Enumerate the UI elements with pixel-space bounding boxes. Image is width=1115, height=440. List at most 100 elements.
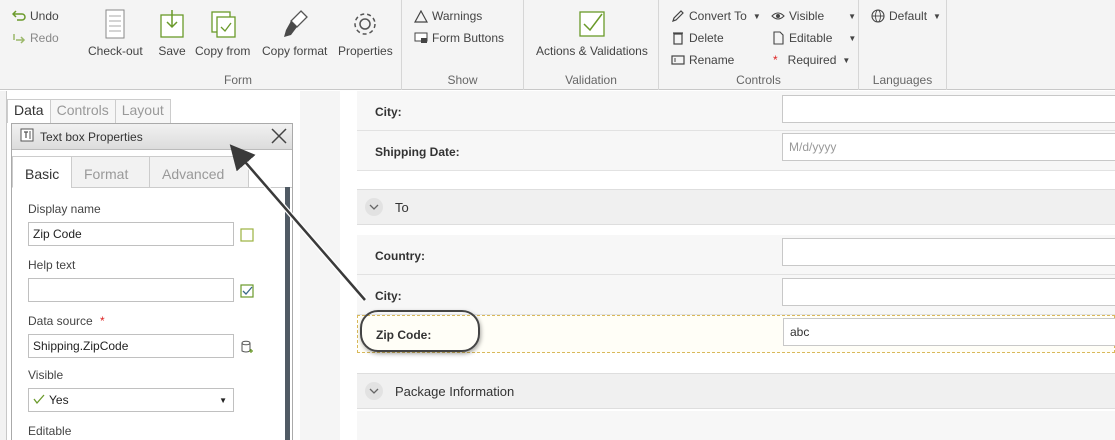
undo-button[interactable]: Undo — [12, 9, 59, 23]
chevron-down-icon: ▼ — [848, 11, 857, 21]
shipping-date-label: Shipping Date: — [375, 145, 460, 159]
city-input[interactable] — [782, 278, 1115, 306]
properties-scrollbar[interactable] — [285, 187, 290, 440]
checked-checkbox-icon[interactable] — [240, 284, 254, 298]
editable-label: Editable — [28, 424, 72, 438]
languages-group-label: Languages — [872, 73, 933, 87]
help-text-input[interactable] — [28, 278, 234, 302]
editable-icon — [771, 31, 785, 45]
section-package-title: Package Information — [395, 383, 515, 399]
chevron-down-icon: ▼ — [842, 55, 851, 65]
data-source-input[interactable]: Shipping.ZipCode — [28, 334, 234, 358]
properties-button[interactable]: Properties — [338, 8, 393, 58]
visible-select[interactable]: Yes ▼ — [28, 388, 234, 412]
required-star-icon: * — [100, 314, 105, 328]
show-group: Warnings Form Buttons Show — [402, 0, 524, 90]
database-icon[interactable] — [240, 340, 254, 354]
globe-icon — [871, 9, 885, 23]
form-row-partial — [357, 411, 1115, 440]
delete-button[interactable]: Delete — [671, 31, 724, 45]
form-group-label: Form — [224, 73, 252, 87]
form-row-country: Country: — [357, 235, 1115, 275]
form-row-city-from: City: — [357, 91, 1115, 131]
city-label: City: — [375, 289, 402, 303]
default-language-dropdown[interactable]: Default ▼ — [871, 9, 941, 23]
left-panel-wrapper: Data Controls Layout Text box Properties… — [0, 91, 300, 440]
rename-button[interactable]: Rename — [671, 53, 734, 67]
required-star-icon: * — [773, 53, 778, 67]
checkbox-icon — [577, 8, 607, 40]
tab-data[interactable]: Data — [7, 99, 51, 123]
convert-to-button[interactable]: Convert To ▼ — [671, 9, 761, 23]
validation-group: Actions & Validations Validation — [524, 0, 659, 90]
check-out-icon — [100, 8, 130, 40]
show-group-label: Show — [447, 73, 478, 87]
undo-icon — [12, 9, 26, 23]
section-package-header[interactable]: Package Information — [357, 373, 1115, 409]
display-name-label: Display name — [28, 202, 101, 216]
check-icon — [33, 393, 45, 408]
form-row-city-to: City: — [357, 275, 1115, 315]
visible-dropdown[interactable]: Visible ▼ — [771, 9, 856, 23]
country-input[interactable] — [782, 238, 1115, 266]
properties-title-bar: Text box Properties — [12, 124, 292, 150]
redo-button[interactable]: Redo — [12, 31, 59, 45]
text-box-icon — [20, 128, 34, 145]
checkbox-icon[interactable] — [240, 228, 254, 242]
display-name-input[interactable]: Zip Code — [28, 222, 234, 246]
chevron-down-icon[interactable] — [365, 198, 383, 216]
save-icon — [157, 8, 187, 40]
city-input[interactable] — [782, 95, 1115, 123]
save-button[interactable]: Save — [157, 8, 187, 58]
redo-icon — [12, 31, 26, 45]
tab-basic[interactable]: Basic — [12, 156, 72, 188]
chevron-down-icon: ▼ — [752, 11, 761, 21]
data-source-label: Data source * — [28, 314, 105, 328]
panel-tabs: Data Controls Layout — [7, 99, 171, 123]
zip-code-input[interactable]: abc — [783, 318, 1115, 346]
eye-icon — [771, 9, 785, 23]
form-row-shipping-date: Shipping Date: M/d/yyyy — [357, 131, 1115, 171]
close-icon[interactable] — [270, 127, 288, 145]
country-label: Country: — [375, 249, 425, 263]
tab-controls[interactable]: Controls — [49, 99, 116, 123]
chevron-down-icon: ▼ — [848, 33, 857, 43]
check-out-button[interactable]: Check-out — [88, 8, 143, 58]
warnings-button[interactable]: Warnings — [414, 9, 482, 23]
chevron-down-icon[interactable] — [365, 382, 383, 400]
paint-brush-icon — [280, 8, 310, 40]
visible-label: Visible — [28, 368, 64, 382]
text-box-properties-window: Text box Properties Basic Format Advance… — [11, 123, 293, 440]
copy-from-button[interactable]: Copy from — [195, 8, 250, 58]
form-canvas: City: Shipping Date: M/d/yyyy To Country… — [300, 91, 1115, 440]
shipping-date-input[interactable]: M/d/yyyy — [782, 133, 1115, 161]
properties-title: Text box Properties — [40, 129, 143, 144]
required-dropdown[interactable]: * Required ▼ — [773, 53, 850, 67]
warning-icon — [414, 9, 428, 23]
controls-group-label: Controls — [736, 73, 781, 87]
zip-code-callout — [360, 310, 480, 352]
copy-from-icon — [208, 8, 238, 40]
rename-icon — [671, 53, 685, 67]
chevron-down-icon: ▼ — [933, 11, 941, 21]
controls-group: Convert To ▼ Delete Rename Visible ▼ Edi… — [659, 0, 859, 90]
section-to-header[interactable]: To — [357, 189, 1115, 225]
tab-advanced[interactable]: Advanced — [149, 156, 249, 188]
editable-dropdown[interactable]: Editable ▼ — [771, 31, 856, 45]
trash-icon — [671, 31, 685, 45]
tab-format[interactable]: Format — [71, 156, 150, 188]
tab-layout[interactable]: Layout — [114, 99, 171, 123]
languages-group: Default ▼ Languages — [859, 0, 947, 90]
copy-format-button[interactable]: Copy format — [262, 8, 327, 58]
chevron-down-icon: ▼ — [219, 395, 227, 405]
properties-sub-tabs: Basic Format Advanced — [12, 156, 292, 188]
form-group: Check-out Save Copy from Copy format Pro… — [75, 0, 402, 90]
form-buttons-button[interactable]: Form Buttons — [414, 31, 504, 45]
form-buttons-icon — [414, 31, 428, 45]
city-label: City: — [375, 105, 402, 119]
ribbon: Undo Redo Check-out Save Copy from Copy … — [0, 0, 1115, 90]
validation-group-label: Validation — [565, 73, 617, 87]
actions-validations-button[interactable]: Actions & Validations — [536, 8, 648, 58]
pencil-icon — [671, 9, 685, 23]
gear-icon — [350, 8, 380, 40]
